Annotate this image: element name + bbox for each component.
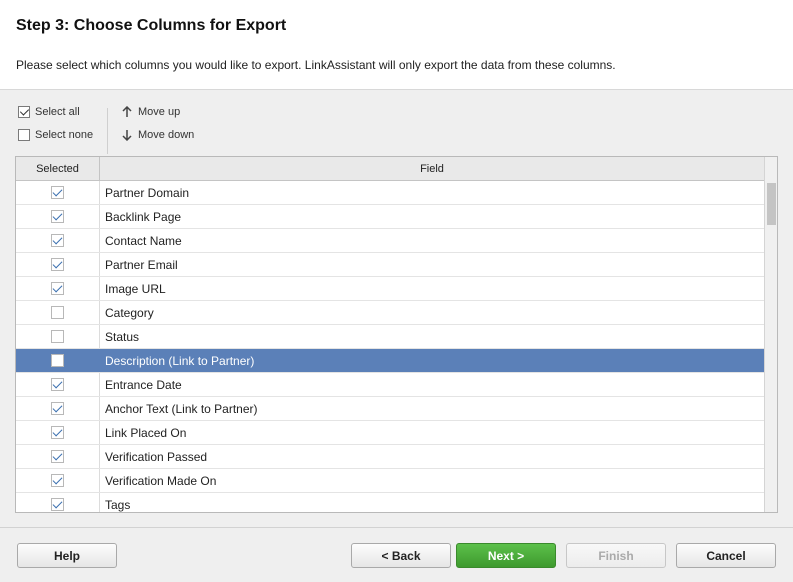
selected-cell [16, 469, 100, 492]
field-name: Image URL [105, 281, 166, 296]
page-subtitle: Please select which columns you would li… [16, 58, 616, 72]
table-row[interactable]: Entrance Date [16, 373, 764, 397]
next-button[interactable]: Next > [456, 543, 556, 568]
field-name: Anchor Text (Link to Partner) [105, 401, 258, 416]
table-header: Selected Field [16, 157, 764, 181]
selected-cell [16, 205, 100, 228]
row-checkbox[interactable] [51, 498, 64, 511]
selected-cell [16, 253, 100, 276]
select-all-label: Select all [35, 106, 80, 118]
row-checkbox[interactable] [51, 306, 64, 319]
arrow-up-icon [122, 106, 132, 117]
table-row[interactable]: Contact Name [16, 229, 764, 253]
row-checkbox[interactable] [51, 402, 64, 415]
selected-cell [16, 349, 100, 372]
field-name: Verification Passed [105, 449, 208, 464]
finish-button: Finish [566, 543, 666, 568]
table-row[interactable]: Category [16, 301, 764, 325]
select-none-button[interactable]: Select none [18, 126, 93, 144]
row-checkbox[interactable] [51, 378, 64, 391]
selected-cell [16, 373, 100, 396]
checkbox-empty-icon [18, 129, 30, 141]
table-row[interactable]: Partner Domain [16, 181, 764, 205]
row-checkbox[interactable] [51, 258, 64, 271]
table-row[interactable]: Description (Link to Partner) [16, 349, 764, 373]
table-row[interactable]: Link Placed On [16, 421, 764, 445]
move-down-label: Move down [138, 129, 195, 141]
table-row[interactable]: Anchor Text (Link to Partner) [16, 397, 764, 421]
scrollbar-thumb[interactable] [767, 183, 776, 225]
cancel-button[interactable]: Cancel [676, 543, 776, 568]
selected-cell [16, 325, 100, 348]
wizard-header: Step 3: Choose Columns for Export Please… [0, 0, 793, 90]
table-row[interactable]: Backlink Page [16, 205, 764, 229]
field-name: Category [105, 305, 154, 320]
selected-cell [16, 277, 100, 300]
row-checkbox[interactable] [51, 234, 64, 247]
page-title: Step 3: Choose Columns for Export [16, 17, 287, 34]
row-checkbox[interactable] [51, 330, 64, 343]
move-up-button[interactable]: Move up [121, 103, 180, 121]
selected-cell [16, 421, 100, 444]
table-body: Partner Domain Backlink Page Contact Name P… [16, 181, 764, 512]
select-all-button[interactable]: Select all [18, 103, 80, 121]
field-name: Partner Email [105, 257, 178, 272]
row-checkbox[interactable] [51, 450, 64, 463]
row-checkbox[interactable] [51, 282, 64, 295]
help-button[interactable]: Help [17, 543, 117, 568]
checkbox-checked-icon [18, 106, 30, 118]
table-row[interactable]: Verification Made On [16, 469, 764, 493]
table-row[interactable]: Partner Email [16, 253, 764, 277]
column-header-selected[interactable]: Selected [16, 157, 100, 181]
field-name: Backlink Page [105, 209, 182, 224]
table-row[interactable]: Tags [16, 493, 764, 512]
selected-cell [16, 445, 100, 468]
vertical-scrollbar[interactable] [764, 157, 777, 512]
row-checkbox[interactable] [51, 186, 64, 199]
table-row[interactable]: Image URL [16, 277, 764, 301]
field-name: Verification Made On [105, 473, 217, 488]
column-header-field[interactable]: Field [100, 157, 764, 181]
table-row[interactable]: Status [16, 325, 764, 349]
row-checkbox[interactable] [51, 354, 64, 367]
field-name: Link Placed On [105, 425, 187, 440]
selected-cell [16, 181, 100, 204]
selected-cell [16, 493, 100, 512]
move-up-label: Move up [138, 106, 181, 118]
table-row[interactable]: Verification Passed [16, 445, 764, 469]
columns-table: Selected Field Partner Domain Backlink Pa… [15, 156, 778, 513]
wizard-footer: Help < Back Next > Finish Cancel [0, 527, 793, 582]
selected-cell [16, 397, 100, 420]
arrow-down-icon [122, 130, 132, 141]
row-checkbox[interactable] [51, 426, 64, 439]
field-name: Partner Domain [105, 185, 190, 200]
toolbar-separator [107, 108, 108, 154]
move-down-button[interactable]: Move down [121, 126, 194, 144]
field-name: Status [105, 329, 140, 344]
field-name: Tags [105, 497, 131, 512]
field-name: Description (Link to Partner) [105, 353, 255, 368]
selected-cell [16, 301, 100, 324]
back-button[interactable]: < Back [351, 543, 451, 568]
select-none-label: Select none [35, 129, 94, 141]
toolbar: Select all Select none Move up Move down [0, 90, 793, 156]
row-checkbox[interactable] [51, 210, 64, 223]
field-name: Contact Name [105, 233, 182, 248]
field-name: Entrance Date [105, 377, 182, 392]
selected-cell [16, 229, 100, 252]
row-checkbox[interactable] [51, 474, 64, 487]
